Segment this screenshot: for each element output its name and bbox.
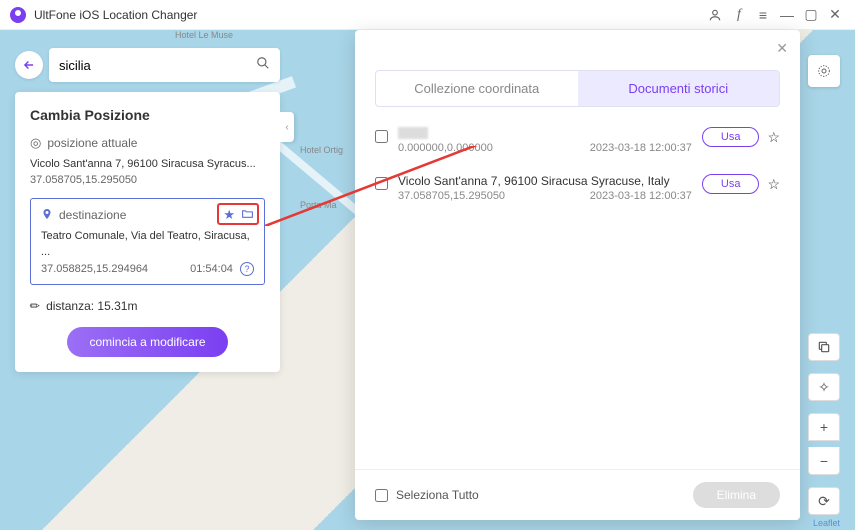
help-icon[interactable]: ?	[240, 262, 254, 276]
current-location-address: Vicolo Sant'anna 7, 96100 Siracusa Syrac…	[30, 157, 265, 172]
app-logo-icon	[10, 7, 26, 23]
account-icon[interactable]	[705, 5, 725, 25]
use-button[interactable]: Usa	[702, 127, 760, 147]
history-timestamp: 2023-03-18 12:00:37	[590, 142, 692, 154]
tab-collection[interactable]: Collezione coordinata	[376, 71, 578, 106]
facebook-icon[interactable]: f	[729, 5, 749, 25]
tab-history[interactable]: Documenti storici	[578, 71, 780, 106]
select-all-label: Seleziona Tutto	[396, 488, 479, 502]
current-location-label: posizione attuale	[47, 136, 137, 150]
destination-coords: 37.058825,15.294964	[41, 263, 148, 275]
copy-tool-icon[interactable]	[808, 333, 840, 361]
back-button[interactable]	[15, 51, 43, 79]
history-coords: 0.000000,0.000000	[398, 142, 493, 154]
close-popup-icon[interactable]: ✕	[776, 40, 788, 57]
distance-label: distanza: 15.31m	[46, 299, 137, 313]
delete-button[interactable]: Elimina	[693, 482, 780, 508]
zoom-out-button[interactable]: −	[808, 447, 840, 475]
maximize-icon[interactable]: ▢	[801, 5, 821, 25]
history-item-checkbox[interactable]	[375, 130, 388, 143]
app-title: UltFone iOS Location Changer	[34, 8, 701, 22]
close-icon[interactable]: ✕	[825, 5, 845, 25]
search-icon[interactable]	[256, 56, 270, 75]
target-icon: ◎	[30, 135, 41, 151]
history-coords: 37.058705,15.295050	[398, 190, 505, 202]
location-panel: ‹ Cambia Posizione ◎ posizione attuale V…	[15, 92, 280, 372]
history-item: 0.000000,0.000000 2023-03-18 12:00:37 Us…	[375, 117, 780, 164]
zoom-in-button[interactable]: +	[808, 413, 840, 441]
map-poi-label: Hotel Le Muse	[175, 30, 233, 40]
history-timestamp: 2023-03-18 12:00:37	[590, 190, 692, 202]
use-button[interactable]: Usa	[702, 174, 760, 194]
blurred-address	[398, 127, 428, 139]
panel-heading: Cambia Posizione	[30, 107, 265, 123]
history-popup: ✕ Collezione coordinata Documenti storic…	[355, 30, 800, 520]
destination-block: destinazione ★ Teatro Comunale, Via del …	[30, 198, 265, 285]
destination-time: 01:54:04	[190, 263, 233, 275]
favorite-outline-icon[interactable]: ☆	[767, 176, 780, 193]
collapse-panel-button[interactable]: ‹	[280, 112, 294, 142]
folder-icon[interactable]	[241, 207, 254, 223]
minimize-icon[interactable]: —	[777, 5, 797, 25]
search-input[interactable]	[59, 58, 256, 73]
destination-label: destinazione	[59, 208, 126, 222]
map-poi-label: Porta Ma	[300, 200, 337, 210]
destination-address: Teatro Comunale, Via del Teatro, Siracus…	[41, 229, 254, 260]
refresh-tool-icon[interactable]: ⟳	[808, 487, 840, 515]
select-all-row[interactable]: Seleziona Tutto	[375, 488, 479, 502]
search-box[interactable]	[49, 48, 280, 82]
history-item-checkbox[interactable]	[375, 177, 388, 190]
map-attribution[interactable]: Leaflet	[813, 518, 840, 528]
current-location-block: ◎ posizione attuale Vicolo Sant'anna 7, …	[30, 135, 265, 186]
mode-tool-icon[interactable]	[808, 55, 840, 87]
title-bar: UltFone iOS Location Changer f ≡ — ▢ ✕	[0, 0, 855, 30]
favorite-icon[interactable]: ★	[223, 207, 235, 223]
favorite-outline-icon[interactable]: ☆	[767, 129, 780, 146]
select-all-checkbox[interactable]	[375, 489, 388, 502]
map-poi-label: Hotel Ortig	[300, 145, 343, 155]
start-modify-button[interactable]: comincia a modificare	[67, 327, 227, 357]
ruler-icon: ✎	[27, 298, 44, 315]
menu-icon[interactable]: ≡	[753, 5, 773, 25]
history-address: Vicolo Sant'anna 7, 96100 Siracusa Syrac…	[398, 174, 692, 188]
pin-icon	[41, 208, 53, 223]
current-location-coords: 37.058705,15.295050	[30, 174, 265, 186]
locate-tool-icon[interactable]: ✧	[808, 373, 840, 401]
history-item: Vicolo Sant'anna 7, 96100 Siracusa Syrac…	[375, 164, 780, 212]
